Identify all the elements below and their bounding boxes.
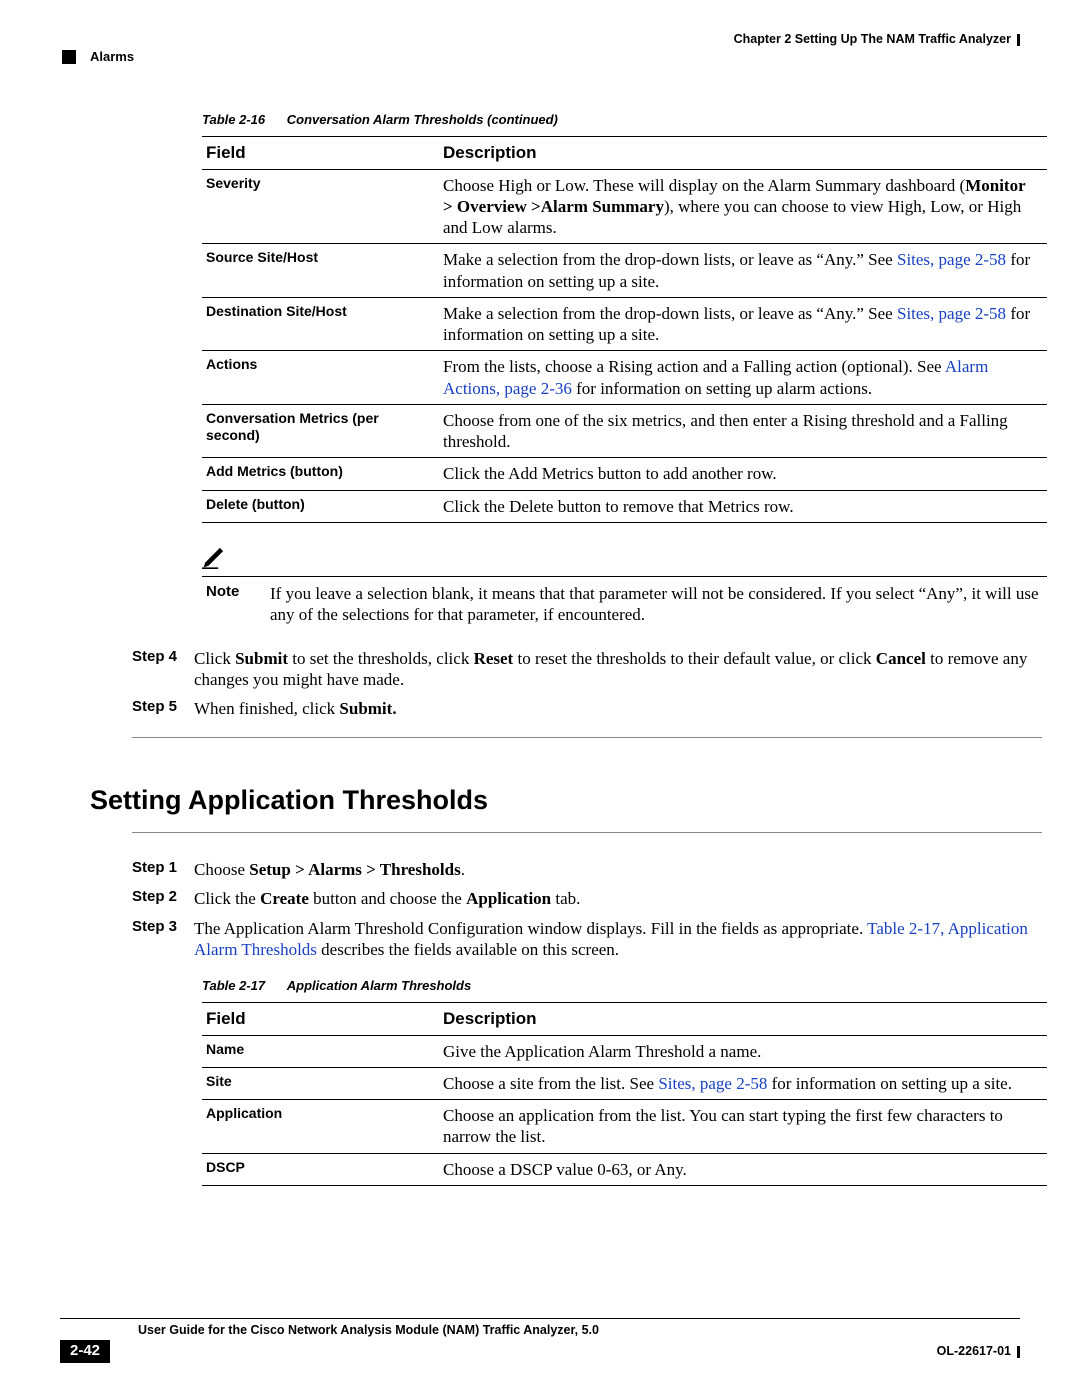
step-label: Step 3: [132, 918, 194, 961]
table-row: Destination Site/Host Make a selection f…: [202, 297, 1047, 351]
link-sites[interactable]: Sites, page 2-58: [897, 304, 1006, 323]
table-row: Name Give the Application Alarm Threshol…: [202, 1035, 1047, 1067]
footer-title: User Guide for the Cisco Network Analysi…: [138, 1323, 1020, 1339]
step-body: Choose Setup > Alarms > Thresholds.: [194, 859, 1037, 880]
table-row: DSCP Choose a DSCP value 0-63, or Any.: [202, 1153, 1047, 1185]
table-row: Application Choose an application from t…: [202, 1100, 1047, 1154]
table17: Field Description Name Give the Applicat…: [202, 1002, 1047, 1186]
step-body: Click Submit to set the thresholds, clic…: [194, 648, 1037, 691]
th-desc: Description: [439, 137, 1047, 169]
link-sites[interactable]: Sites, page 2-58: [658, 1074, 767, 1093]
step-body: When finished, click Submit.: [194, 698, 1037, 719]
step-label: Step 1: [132, 859, 194, 880]
page-footer: User Guide for the Cisco Network Analysi…: [60, 1318, 1020, 1363]
pencil-icon: [202, 543, 228, 574]
table-row: Conversation Metrics (per second) Choose…: [202, 404, 1047, 458]
table-row: Delete (button) Click the Delete button …: [202, 490, 1047, 522]
table-row: Severity Choose High or Low. These will …: [202, 169, 1047, 244]
steps-continued: Step 4 Click Submit to set the threshold…: [132, 648, 1037, 720]
step-label: Step 2: [132, 888, 194, 909]
steps-application: Step 1 Choose Setup > Alarms > Threshold…: [132, 859, 1037, 960]
section-heading: Setting Application Thresholds: [90, 784, 1020, 818]
th-field: Field: [202, 1003, 439, 1035]
table16: Field Description Severity Choose High o…: [202, 136, 1047, 523]
table-row: Site Choose a site from the list. See Si…: [202, 1067, 1047, 1099]
page-number: 2-42: [60, 1340, 110, 1363]
table16-caption: Table 2-16 Conversation Alarm Thresholds…: [202, 112, 1020, 128]
th-field: Field: [202, 137, 439, 169]
step-body: The Application Alarm Threshold Configur…: [194, 918, 1037, 961]
step-label: Step 4: [132, 648, 194, 691]
header-section: Alarms: [90, 49, 134, 65]
doc-number: OL-22617-01: [937, 1344, 1020, 1360]
procedure-end-rule: [132, 737, 1042, 738]
note-text: If you leave a selection blank, it means…: [266, 581, 1047, 628]
link-sites[interactable]: Sites, page 2-58: [897, 250, 1006, 269]
table-row: Add Metrics (button) Click the Add Metri…: [202, 458, 1047, 490]
note-label: Note: [202, 581, 266, 628]
table17-caption: Table 2-17 Application Alarm Thresholds: [202, 978, 1020, 994]
table-row: Actions From the lists, choose a Rising …: [202, 351, 1047, 405]
table-row: Source Site/Host Make a selection from t…: [202, 244, 1047, 298]
step-body: Click the Create button and choose the A…: [194, 888, 1037, 909]
note-block: Note If you leave a selection blank, it …: [202, 543, 1047, 628]
step-label: Step 5: [132, 698, 194, 719]
header-chapter: Chapter 2 Setting Up The NAM Traffic Ana…: [734, 32, 1020, 48]
header-marker: [62, 50, 76, 64]
th-desc: Description: [439, 1003, 1047, 1035]
procedure-start-rule: [132, 832, 1042, 833]
